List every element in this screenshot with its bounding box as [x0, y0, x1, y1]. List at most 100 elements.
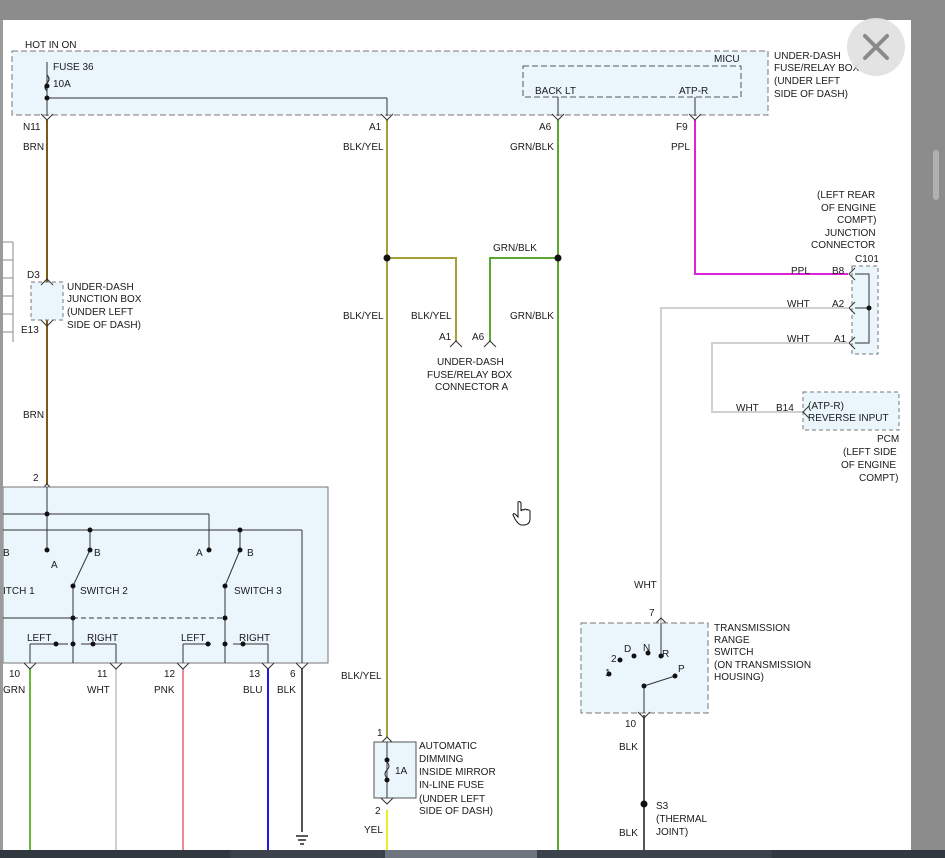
wire-label-blk-yel-mid: BLK/YEL [343, 311, 384, 322]
mirror-terminal-1: 1 [377, 728, 383, 739]
switch3-left-label: LEFT [181, 633, 205, 644]
micu-label: MICU [714, 54, 740, 65]
switch1-label: ITCH 1 [3, 586, 35, 597]
viewer-bottom-bar [0, 850, 945, 858]
mirror-desc-1: AUTOMATIC [419, 741, 477, 752]
switch2-a-label: A [51, 560, 58, 571]
fuse-box-desc-1: UNDER-DASH [774, 51, 841, 62]
wire-label-wht-a1: WHT [787, 334, 810, 345]
terminal-c101-a1: A1 [834, 334, 847, 345]
viewer-right-margin [911, 0, 945, 858]
wire-label-blk: BLK [277, 685, 296, 696]
tr-desc-2: RANGE [714, 635, 750, 646]
terminal-13: 13 [249, 669, 261, 680]
wire-label-blu: BLU [243, 685, 262, 696]
wire-label-ppl-c101: PPL [791, 266, 810, 277]
switch1-b-label: B [3, 548, 10, 559]
junction-box-desc-2: JUNCTION BOX [67, 294, 142, 305]
wire-label-grn-blk-mid: GRN/BLK [510, 311, 554, 322]
mirror-desc-5: (UNDER LEFT [419, 794, 485, 805]
close-button[interactable] [847, 18, 905, 76]
tr-desc-5: HOUSING) [714, 672, 764, 683]
back-lt-label: BACK LT [535, 86, 576, 97]
wire-blk-yel-branch [388, 257, 457, 342]
terminal-12: 12 [164, 669, 176, 680]
splice-s3 [640, 800, 648, 808]
hot-in-on-label: HOT IN ON [25, 40, 76, 51]
wire-label-wht-tr: WHT [634, 580, 657, 591]
wire-label-blk-s3: BLK [619, 828, 638, 839]
mirror-desc-3: INSIDE MIRROR [419, 767, 496, 778]
fuse-box-desc-3: (UNDER LEFT [774, 76, 840, 87]
wire-label-yel: YEL [364, 825, 383, 836]
tr-desc-1: TRANSMISSION [714, 623, 790, 634]
scrollbar[interactable] [933, 150, 939, 200]
s3-desc-2: JOINT) [656, 827, 688, 838]
atp-r-label: ATP-R [679, 86, 708, 97]
terminal-a2: A2 [832, 299, 845, 310]
tr-terminal-7: 7 [649, 608, 655, 619]
pcm-desc-3: OF ENGINE [841, 460, 896, 471]
fuse-rating: 10A [53, 79, 71, 90]
hand-cursor-icon [512, 501, 531, 526]
close-icon [863, 34, 889, 60]
s3-desc-1: (THERMAL [656, 814, 708, 825]
terminal-b14: B14 [776, 403, 794, 414]
junction-connector-desc-5: CONNECTOR [811, 240, 875, 251]
junction-connector-desc-1: (LEFT REAR [817, 190, 875, 201]
terminal-n11: N11 [23, 122, 41, 133]
wire-label-grn: GRN [3, 685, 25, 696]
terminal-conn-a6: A6 [472, 332, 485, 343]
tr-pos-p: P [678, 664, 685, 675]
terminal-a1: A1 [369, 122, 382, 133]
wire-label-brn-mid: BRN [23, 410, 44, 421]
switch2-label: SWITCH 2 [80, 586, 128, 597]
ground-icon [296, 835, 308, 845]
wire-wht-a2 [660, 307, 848, 650]
wire-label-brn-top: BRN [23, 142, 44, 153]
wire-label-wht: WHT [87, 685, 110, 696]
mirror-desc-2: DIMMING [419, 754, 464, 765]
switch2-right-label: RIGHT [87, 633, 118, 644]
connector-a-desc-1: UNDER-DASH [437, 357, 504, 368]
diagram-sheet: HOT IN ON FUSE 36 10A MICU BACK LT ATP-R… [3, 20, 911, 850]
terminal-e13: E13 [21, 325, 39, 336]
switch3-b-label: B [247, 548, 254, 559]
fuse-label: FUSE 36 [53, 62, 94, 73]
wire-label-grn-blk-branch: GRN/BLK [493, 243, 537, 254]
junction-box [30, 281, 64, 321]
wire-label-ppl-top: PPL [671, 142, 690, 153]
wire-label-pnk: PNK [154, 685, 175, 696]
wire-label-blk-yel-low: BLK/YEL [341, 671, 382, 682]
terminal-11: 11 [97, 669, 108, 680]
splice-grn-blk [554, 254, 562, 262]
fuse-relay-box [11, 50, 769, 116]
wire-label-blk-yel-top: BLK/YEL [343, 142, 384, 153]
connector-a-desc-3: CONNECTOR A [435, 382, 508, 393]
mirror-fuse-rating: 1A [395, 766, 408, 777]
tr-pos-r: R [662, 649, 669, 660]
mirror-terminal-2: 2 [375, 806, 381, 817]
switch3-right-label: RIGHT [239, 633, 270, 644]
junction-connector-desc-2: OF ENGINE [821, 203, 876, 214]
viewer-top-bar [0, 0, 945, 20]
pcm-desc-2: (LEFT SIDE [843, 447, 897, 458]
switch2-left-label: LEFT [27, 633, 51, 644]
switch-module [3, 486, 329, 664]
wiring-diagram: HOT IN ON FUSE 36 10A MICU BACK LT ATP-R… [3, 40, 900, 850]
terminal-b8: B8 [832, 266, 845, 277]
viewer-window: HOT IN ON FUSE 36 10A MICU BACK LT ATP-R… [0, 0, 945, 858]
tr-desc-3: SWITCH [714, 647, 753, 658]
junction-connector-desc-3: COMPT) [837, 215, 876, 226]
junction-box-desc-3: (UNDER LEFT [67, 307, 133, 318]
wire-label-blk-tr: BLK [619, 742, 638, 753]
tr-pos-1: 1 [605, 668, 611, 679]
splice-blk-yel [383, 254, 391, 262]
s3-label: S3 [656, 801, 669, 812]
mirror-desc-6: SIDE OF DASH) [419, 806, 493, 817]
tr-pos-d: D [624, 644, 631, 655]
fuse-box-desc-4: SIDE OF DASH) [774, 89, 848, 100]
terminal-2: 2 [33, 473, 39, 484]
wire-label-grn-blk-top: GRN/BLK [510, 142, 554, 153]
tr-desc-4: (ON TRANSMISSION [714, 660, 811, 671]
